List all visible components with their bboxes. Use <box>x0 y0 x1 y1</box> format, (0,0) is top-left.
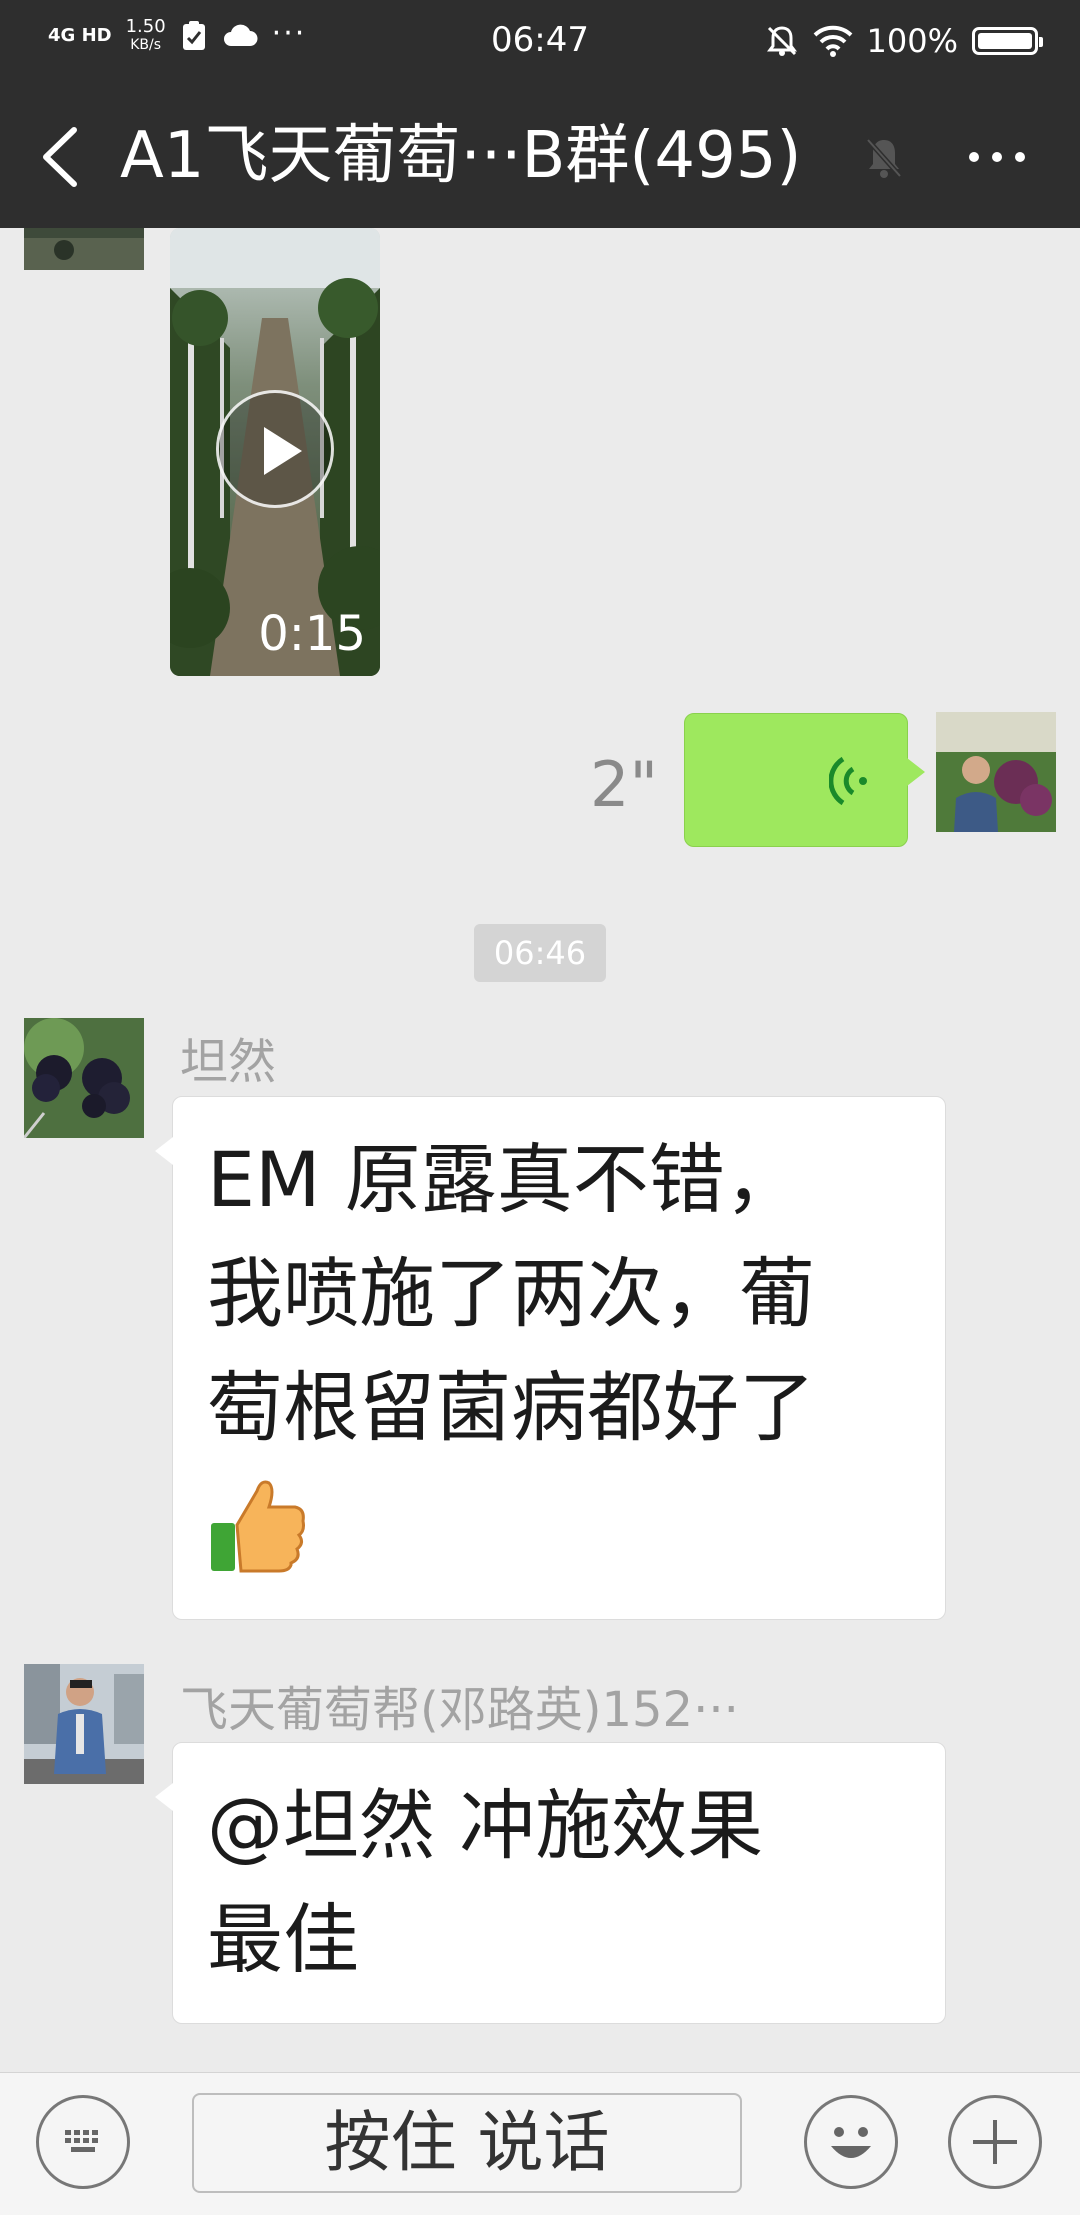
keyboard-icon[interactable] <box>36 2095 130 2189</box>
chat-title: A1飞天葡萄···B群(495) <box>120 119 802 193</box>
message-line: 最佳 <box>207 1895 359 1984</box>
thumbs-up-icon <box>211 1480 305 1573</box>
emoji-icon[interactable] <box>804 2095 898 2189</box>
sender-name: 飞天葡萄帮(邓路英)152··· <box>180 1682 739 1738</box>
avatar[interactable] <box>936 712 1056 832</box>
hold-to-talk-button[interactable]: 按住 说话 <box>192 2093 742 2193</box>
input-bar: 按住 说话 <box>0 2072 1080 2215</box>
chat-header: A1飞天葡萄···B群(495) <box>0 86 1080 228</box>
message-line: EM 原露真不错， <box>207 1135 801 1224</box>
voice-message[interactable] <box>684 713 925 847</box>
avatar[interactable] <box>24 1664 144 1784</box>
video-duration: 0:15 <box>258 606 366 662</box>
message-line: @坦然 冲施效果 <box>207 1781 764 1870</box>
more-dots-icon[interactable] <box>962 132 1032 182</box>
voice-duration: 2" <box>590 748 658 821</box>
bell-off-icon <box>866 138 902 178</box>
avatar[interactable] <box>24 228 144 270</box>
chevron-left-icon[interactable] <box>36 124 86 190</box>
message-line: 萄根留菌病都好了 <box>207 1363 815 1452</box>
message-timestamp: 06:46 <box>474 924 606 982</box>
message-line: 我喷施了两次，葡 <box>207 1249 815 1338</box>
battery-icon <box>972 27 1043 55</box>
plus-icon[interactable] <box>948 2095 1042 2189</box>
play-icon[interactable] <box>216 390 334 508</box>
avatar[interactable] <box>24 1018 144 1138</box>
sender-name: 坦然 <box>180 1034 277 1090</box>
wifi-icon <box>813 25 852 57</box>
text-message[interactable]: EM 原露真不错， 我喷施了两次，葡 萄根留菌病都好了 <box>155 1096 946 1620</box>
text-message[interactable]: @坦然 冲施效果 最佳 <box>155 1742 946 2024</box>
voice-wave-icon <box>829 756 867 806</box>
battery-percent: 100% <box>866 22 958 60</box>
bell-off-icon <box>766 26 797 56</box>
video-message[interactable]: 0:15 <box>170 228 380 676</box>
status-bar: 4G HD 1.50 KB/s ··· 06:47 100% <box>0 0 1080 86</box>
chat-area[interactable]: 0:15 2" 06:46 坦然 EM 原露真不错， 我喷施了两次，葡 萄根留菌… <box>0 228 1080 2072</box>
